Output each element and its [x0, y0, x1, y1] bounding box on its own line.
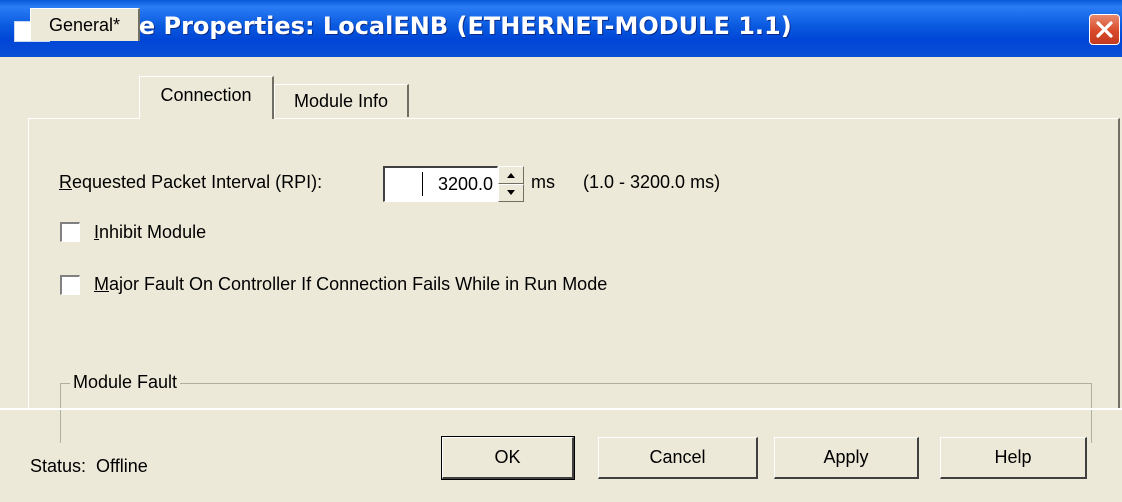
- close-button[interactable]: [1089, 14, 1120, 45]
- help-button[interactable]: Help: [940, 437, 1087, 479]
- window-title: Module Properties: LocalENB (ETHERNET-MO…: [56, 12, 792, 40]
- status-label: Status:: [30, 456, 87, 476]
- status-value: Offline: [96, 456, 148, 476]
- divider: [0, 408, 1122, 410]
- close-icon: [1096, 21, 1113, 38]
- cancel-button[interactable]: Cancel: [598, 437, 758, 479]
- status-bar: Status: Offline: [30, 456, 148, 477]
- apply-button[interactable]: Apply: [774, 437, 919, 479]
- connection-tab-panel: [28, 118, 1120, 408]
- tab-module-info-label: Module Info: [293, 90, 389, 111]
- apply-button-label: Apply: [823, 447, 869, 467]
- tab-connection-label: Connection: [160, 84, 252, 105]
- tab-module-info[interactable]: Module Info: [274, 84, 409, 117]
- module-properties-dialog: Module Properties: LocalENB (ETHERNET-MO…: [0, 0, 1122, 502]
- cancel-button-label: Cancel: [649, 447, 706, 467]
- tab-connection[interactable]: Connection: [139, 76, 274, 119]
- ok-button-label: OK: [494, 447, 521, 467]
- tab-general-label: General*: [48, 14, 121, 35]
- help-button-label: Help: [994, 447, 1032, 467]
- tab-general[interactable]: General*: [30, 8, 140, 41]
- title-bar[interactable]: Module Properties: LocalENB (ETHERNET-MO…: [0, 0, 1122, 57]
- ok-button[interactable]: OK: [442, 437, 574, 479]
